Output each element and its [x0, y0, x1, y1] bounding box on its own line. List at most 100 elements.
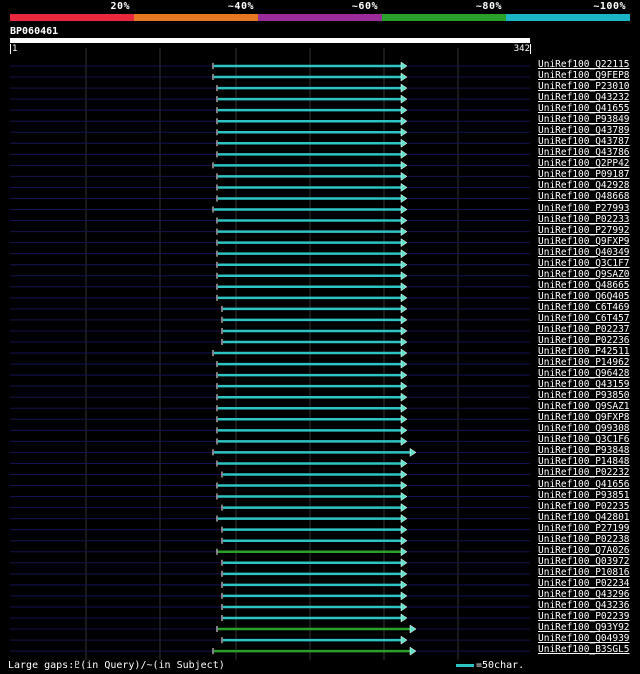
- hit-link[interactable]: UniRef100_Q48665: [538, 280, 630, 291]
- hit-link[interactable]: UniRef100_Q03972: [538, 556, 630, 567]
- hit-arrow-icon: [400, 403, 408, 413]
- hit-arrow-icon: [400, 492, 408, 502]
- hit-arrow-icon: [400, 194, 408, 203]
- hit-link[interactable]: UniRef100_P27993: [538, 203, 630, 214]
- hit-arrow-icon: [400, 149, 408, 159]
- hit-arrow-icon: [400, 293, 408, 303]
- hit-link[interactable]: UniRef100_Q3C1F6: [538, 434, 630, 445]
- scale-swatch: [456, 663, 474, 667]
- large-gaps-note: Large gaps:♇(in Query)/~(in Subject): [8, 660, 225, 671]
- hit-arrow-icon: [400, 337, 408, 347]
- hit-arrow-icon: [400, 536, 408, 546]
- hit-arrow-icon: [400, 635, 408, 645]
- hit-link[interactable]: UniRef100_P27992: [538, 225, 630, 236]
- hit-link[interactable]: UniRef100_P93850: [538, 390, 630, 401]
- hit-arrow-icon: [400, 249, 408, 259]
- hit-arrow-icon: [400, 547, 408, 557]
- hit-arrow-icon: [400, 216, 408, 226]
- hit-link[interactable]: UniRef100_P93849: [538, 114, 630, 125]
- hit-arrow-icon: [400, 580, 408, 590]
- hit-link[interactable]: UniRef100_Q48668: [538, 191, 630, 202]
- hit-arrow-icon: [400, 470, 408, 479]
- hit-link[interactable]: UniRef100_Q43232: [538, 92, 630, 103]
- hit-link[interactable]: UniRef100_Q22115: [538, 59, 630, 70]
- hit-link[interactable]: UniRef100_P14848: [538, 456, 630, 467]
- hit-link[interactable]: UniRef100_P02239: [538, 611, 630, 622]
- hit-arrow-icon: [400, 514, 408, 524]
- hit-link[interactable]: UniRef100_P02238: [538, 534, 630, 545]
- hit-link[interactable]: UniRef100_Q7A026: [538, 545, 630, 556]
- hit-arrow-icon: [400, 205, 408, 214]
- hit-arrow-icon: [400, 116, 408, 126]
- hit-arrow-icon: [400, 271, 408, 281]
- hit-arrow-icon: [400, 105, 408, 115]
- hit-link[interactable]: UniRef100_Q41656: [538, 479, 630, 490]
- hit-arrow-icon: [400, 503, 408, 513]
- hit-link[interactable]: UniRef100_Q2PP42: [538, 158, 630, 169]
- hit-arrow-icon: [400, 613, 408, 623]
- hit-arrow-icon: [400, 171, 408, 181]
- hit-link[interactable]: UniRef100_P09187: [538, 169, 630, 180]
- hit-arrow-icon: [400, 525, 408, 535]
- hit-link[interactable]: UniRef100_Q9FEP8: [538, 70, 630, 81]
- hit-link[interactable]: UniRef100_Q43787: [538, 136, 630, 147]
- hit-link[interactable]: UniRef100_P93851: [538, 490, 630, 501]
- hit-link[interactable]: UniRef100_P02232: [538, 467, 630, 478]
- hit-arrow-icon: [400, 72, 408, 82]
- hit-link[interactable]: UniRef100_P42511: [538, 346, 630, 357]
- hit-arrow-icon: [400, 436, 408, 446]
- hit-link[interactable]: UniRef100_P02235: [538, 501, 630, 512]
- hit-link[interactable]: UniRef100_Q96428: [538, 368, 630, 379]
- hit-link[interactable]: UniRef100_P23010: [538, 81, 630, 92]
- hit-link[interactable]: UniRef100_C6T469: [538, 302, 630, 313]
- hit-link[interactable]: UniRef100_P02236: [538, 335, 630, 346]
- hit-arrow-icon: [400, 392, 408, 402]
- hit-link[interactable]: UniRef100_Q6Q405: [538, 291, 630, 302]
- hit-link[interactable]: UniRef100_Q43296: [538, 589, 630, 600]
- hit-link[interactable]: UniRef100_P02237: [538, 324, 630, 335]
- hit-arrow-icon: [409, 646, 417, 656]
- hit-link[interactable]: UniRef100_P14962: [538, 357, 630, 368]
- hit-link[interactable]: UniRef100_Q43159: [538, 379, 630, 390]
- hit-link[interactable]: UniRef100_B3SGL5: [538, 644, 630, 655]
- hit-arrow-icon: [400, 359, 408, 369]
- hit-link[interactable]: UniRef100_Q9FXP9: [538, 236, 630, 247]
- hit-arrow-icon: [400, 182, 408, 192]
- hit-link[interactable]: UniRef100_Q43786: [538, 147, 630, 158]
- hit-link[interactable]: UniRef100_Q93Y92: [538, 622, 630, 633]
- hit-arrow-icon: [400, 425, 408, 435]
- hit-link[interactable]: UniRef100_Q9SAZ0: [538, 269, 630, 280]
- hit-link[interactable]: UniRef100_Q3C1F7: [538, 258, 630, 269]
- hit-arrow-icon: [400, 238, 408, 248]
- hit-arrow-icon: [400, 160, 408, 170]
- hit-link[interactable]: UniRef100_P02234: [538, 578, 630, 589]
- hit-arrow-icon: [400, 304, 408, 314]
- hit-link[interactable]: UniRef100_P27199: [538, 523, 630, 534]
- hit-link[interactable]: UniRef100_P10816: [538, 567, 630, 578]
- hit-arrow-icon: [409, 447, 417, 457]
- hit-link[interactable]: UniRef100_Q42801: [538, 512, 630, 523]
- hit-arrow-icon: [400, 481, 408, 490]
- hit-link[interactable]: UniRef100_Q9FXP8: [538, 412, 630, 423]
- hit-link[interactable]: UniRef100_Q41655: [538, 103, 630, 114]
- hit-link[interactable]: UniRef100_Q40349: [538, 247, 630, 258]
- hit-link[interactable]: UniRef100_Q43789: [538, 125, 630, 136]
- hit-link[interactable]: UniRef100_C6T457: [538, 313, 630, 324]
- hit-arrow-icon: [400, 458, 408, 468]
- hit-arrow-icon: [400, 83, 408, 93]
- scale-legend: =50char.: [456, 660, 524, 671]
- hit-arrow-icon: [400, 326, 408, 336]
- hit-arrow-icon: [400, 414, 408, 424]
- hit-link[interactable]: UniRef100_Q9SAZ1: [538, 401, 630, 412]
- hit-arrow-icon: [400, 315, 408, 325]
- hit-link[interactable]: UniRef100_Q04939: [538, 633, 630, 644]
- hit-link[interactable]: UniRef100_Q99308: [538, 423, 630, 434]
- hit-arrow-icon: [400, 260, 408, 270]
- hit-arrow-icon: [400, 61, 408, 71]
- hit-arrow-icon: [400, 127, 408, 137]
- hit-arrow-icon: [400, 591, 408, 601]
- hit-link[interactable]: UniRef100_Q42928: [538, 180, 630, 191]
- hit-link[interactable]: UniRef100_P02233: [538, 214, 630, 225]
- hit-link[interactable]: UniRef100_Q43236: [538, 600, 630, 611]
- hit-link[interactable]: UniRef100_P93848: [538, 445, 630, 456]
